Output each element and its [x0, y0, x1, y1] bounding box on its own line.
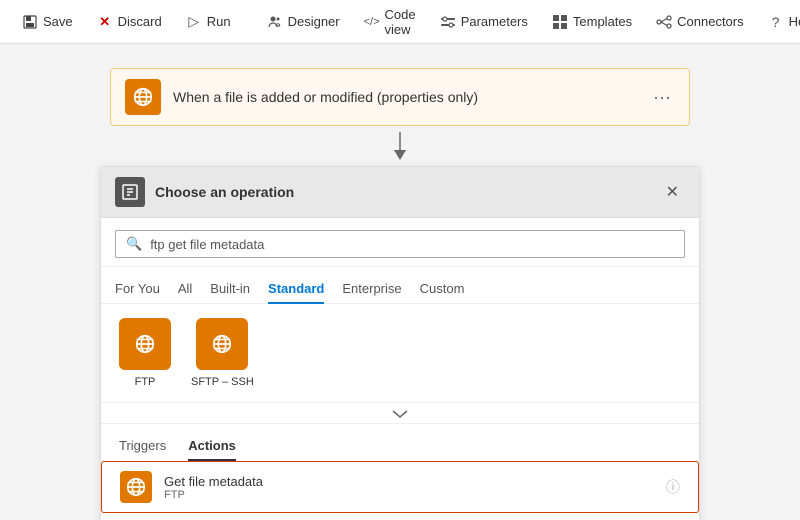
parameters-label: Parameters: [461, 14, 528, 29]
tab-custom[interactable]: Custom: [420, 275, 465, 304]
connector-sftp-icon: [196, 318, 248, 370]
connectors-icon: [656, 14, 672, 30]
run-label: Run: [207, 14, 231, 29]
action-ftp-icon-1: [120, 471, 152, 503]
sub-tabs: Triggers Actions: [101, 424, 699, 461]
action-list: Get file metadata FTP ⓘ Get file me: [101, 461, 699, 520]
parameters-icon: [440, 14, 456, 30]
step-arrow: [60, 126, 740, 166]
designer-icon: [267, 14, 283, 30]
action-sub-1: FTP: [164, 489, 654, 501]
action-name-1: Get file metadata: [164, 474, 654, 489]
action-item-get-file-metadata[interactable]: Get file metadata FTP ⓘ: [101, 461, 699, 513]
toolbar: Save ✕ Discard ▷ Run Designer </> Code v…: [0, 0, 800, 44]
dialog-header-icon: [115, 177, 145, 207]
toolbar-templates[interactable]: Templates: [542, 8, 642, 36]
tab-standard[interactable]: Standard: [268, 275, 324, 304]
canvas: When a file is added or modified (proper…: [0, 44, 800, 520]
toolbar-help[interactable]: ? Help: [758, 8, 800, 36]
help-icon: ?: [768, 14, 784, 30]
sub-tab-triggers[interactable]: Triggers: [119, 434, 166, 461]
tab-foryou[interactable]: For You: [115, 275, 160, 304]
toolbar-discard[interactable]: ✕ Discard: [87, 8, 172, 36]
action-item-get-file-metadata-path[interactable]: Get file metadata using path FTP ⓘ: [101, 513, 699, 520]
collapse-button[interactable]: [101, 403, 699, 424]
search-icon: 🔍: [126, 236, 142, 252]
dialog-title: Choose an operation: [155, 184, 650, 200]
sub-tab-actions[interactable]: Actions: [188, 434, 236, 461]
connector-ftp-icon: [119, 318, 171, 370]
connectors-row: FTP SFTP – SSH: [101, 304, 699, 403]
operation-dialog: Choose an operation ✕ 🔍 For You All Buil…: [100, 166, 700, 520]
toolbar-run[interactable]: ▷ Run: [176, 8, 241, 36]
search-input[interactable]: [150, 237, 674, 252]
action-info-icon-1[interactable]: ⓘ: [666, 477, 680, 497]
designer-label: Designer: [288, 14, 340, 29]
toolbar-codeview[interactable]: </> Code view: [354, 1, 426, 43]
search-section: 🔍: [101, 218, 699, 267]
dialog-close-button[interactable]: ✕: [660, 180, 685, 204]
discard-label: Discard: [118, 14, 162, 29]
dialog-header: Choose an operation ✕: [101, 167, 699, 218]
connector-sftp[interactable]: SFTP – SSH: [191, 318, 254, 388]
toolbar-parameters[interactable]: Parameters: [430, 8, 538, 36]
templates-icon: [552, 14, 568, 30]
connector-sftp-label: SFTP – SSH: [191, 376, 254, 388]
save-label: Save: [43, 14, 73, 29]
tab-all[interactable]: All: [178, 275, 192, 304]
trigger-text: When a file is added or modified (proper…: [173, 89, 637, 105]
trigger-icon: [125, 79, 161, 115]
templates-label: Templates: [573, 14, 632, 29]
help-label: Help: [789, 14, 800, 29]
toolbar-designer[interactable]: Designer: [257, 8, 350, 36]
connectors-label: Connectors: [677, 14, 743, 29]
code-icon: </>: [364, 14, 380, 30]
codeview-label: Code view: [385, 7, 416, 37]
tab-builtin[interactable]: Built-in: [210, 275, 250, 304]
trigger-block: When a file is added or modified (proper…: [110, 68, 690, 126]
toolbar-save[interactable]: Save: [12, 8, 83, 36]
connector-ftp-label: FTP: [135, 376, 156, 388]
action-text-1: Get file metadata FTP: [164, 474, 654, 501]
tab-enterprise[interactable]: Enterprise: [342, 275, 401, 304]
search-box[interactable]: 🔍: [115, 230, 685, 258]
run-icon: ▷: [186, 14, 202, 30]
trigger-more-button[interactable]: ···: [649, 87, 675, 108]
connector-ftp[interactable]: FTP: [119, 318, 171, 388]
save-icon: [22, 14, 38, 30]
toolbar-connectors[interactable]: Connectors: [646, 8, 753, 36]
discard-icon: ✕: [97, 14, 113, 30]
category-tabs: For You All Built-in Standard Enterprise…: [101, 267, 699, 304]
